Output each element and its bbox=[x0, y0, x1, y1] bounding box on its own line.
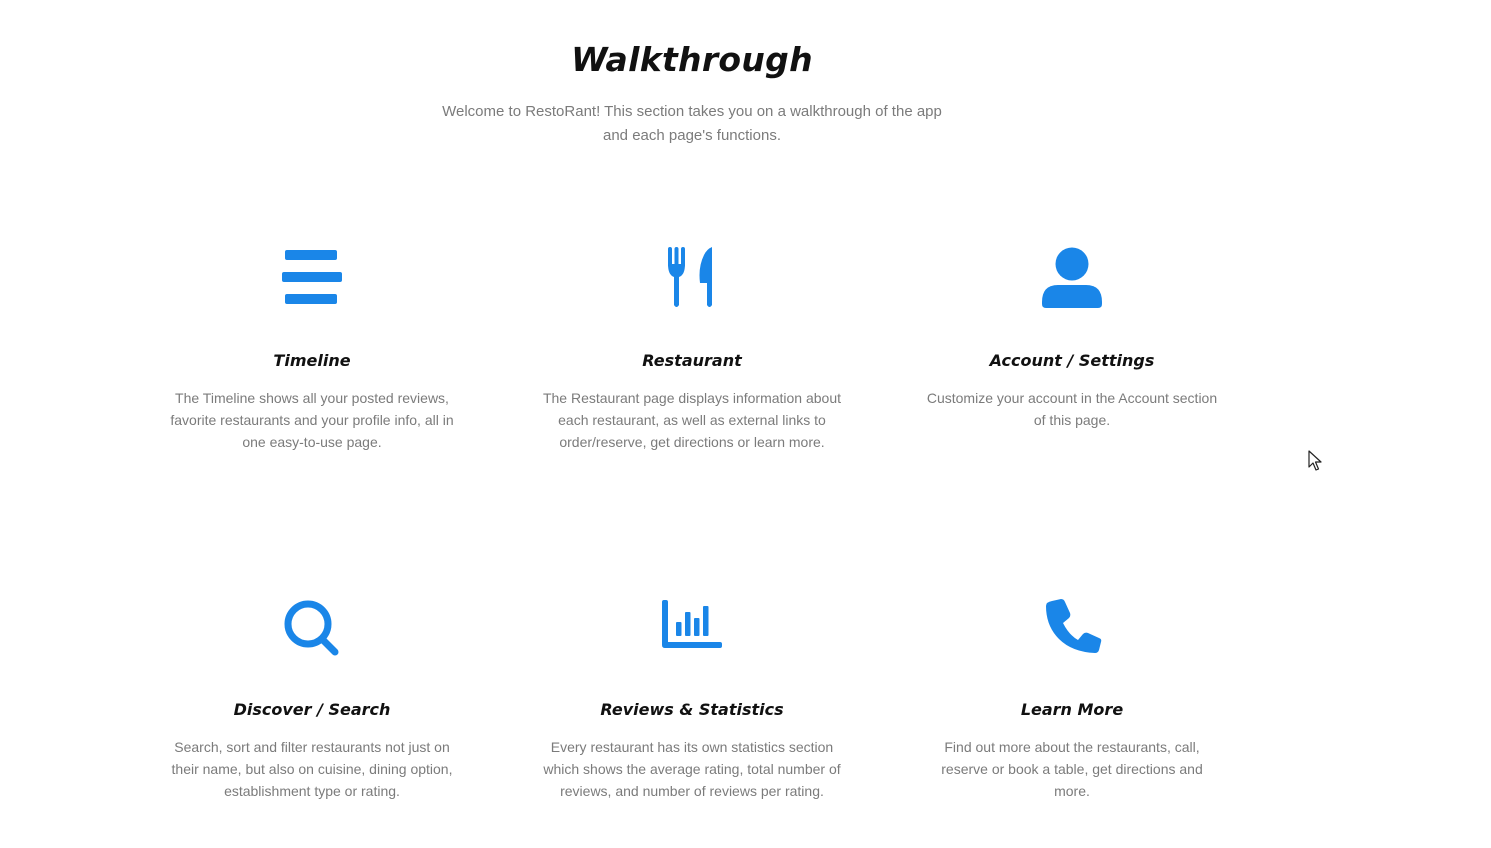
intro-line-1: Welcome to RestoRant! This section takes… bbox=[442, 103, 942, 120]
feature-description: The Timeline shows all your posted revie… bbox=[170, 390, 454, 450]
phone-icon bbox=[1042, 596, 1102, 658]
feature-title: Learn More bbox=[1020, 700, 1124, 719]
utensils-icon bbox=[662, 247, 722, 309]
feature-description: Search, sort and filter restaurants not … bbox=[171, 739, 453, 799]
feature-description: Find out more about the restaurants, cal… bbox=[941, 739, 1203, 799]
bar-chart-icon bbox=[662, 596, 722, 658]
feature-description: The Restaurant page displays information… bbox=[542, 390, 842, 450]
search-icon bbox=[282, 596, 342, 658]
feature-title: Restaurant bbox=[642, 351, 742, 370]
bars-icon bbox=[282, 247, 342, 309]
intro-text: Welcome to RestoRant! This section takes… bbox=[0, 100, 1384, 148]
page-title: Walkthrough bbox=[571, 40, 813, 80]
user-icon bbox=[1042, 247, 1102, 309]
intro-line-2: and each page's functions. bbox=[603, 127, 781, 144]
feature-title: Discover / Search bbox=[233, 700, 391, 719]
feature-description: Customize your account in the Account se… bbox=[926, 390, 1218, 428]
feature-title: Account / Settings bbox=[989, 351, 1155, 370]
feature-description: Every restaurant has its own statistics … bbox=[543, 739, 841, 799]
feature-title: Timeline bbox=[273, 351, 351, 370]
feature-title: Reviews & Statistics bbox=[600, 700, 784, 719]
mouse-cursor-icon bbox=[1308, 450, 1324, 472]
